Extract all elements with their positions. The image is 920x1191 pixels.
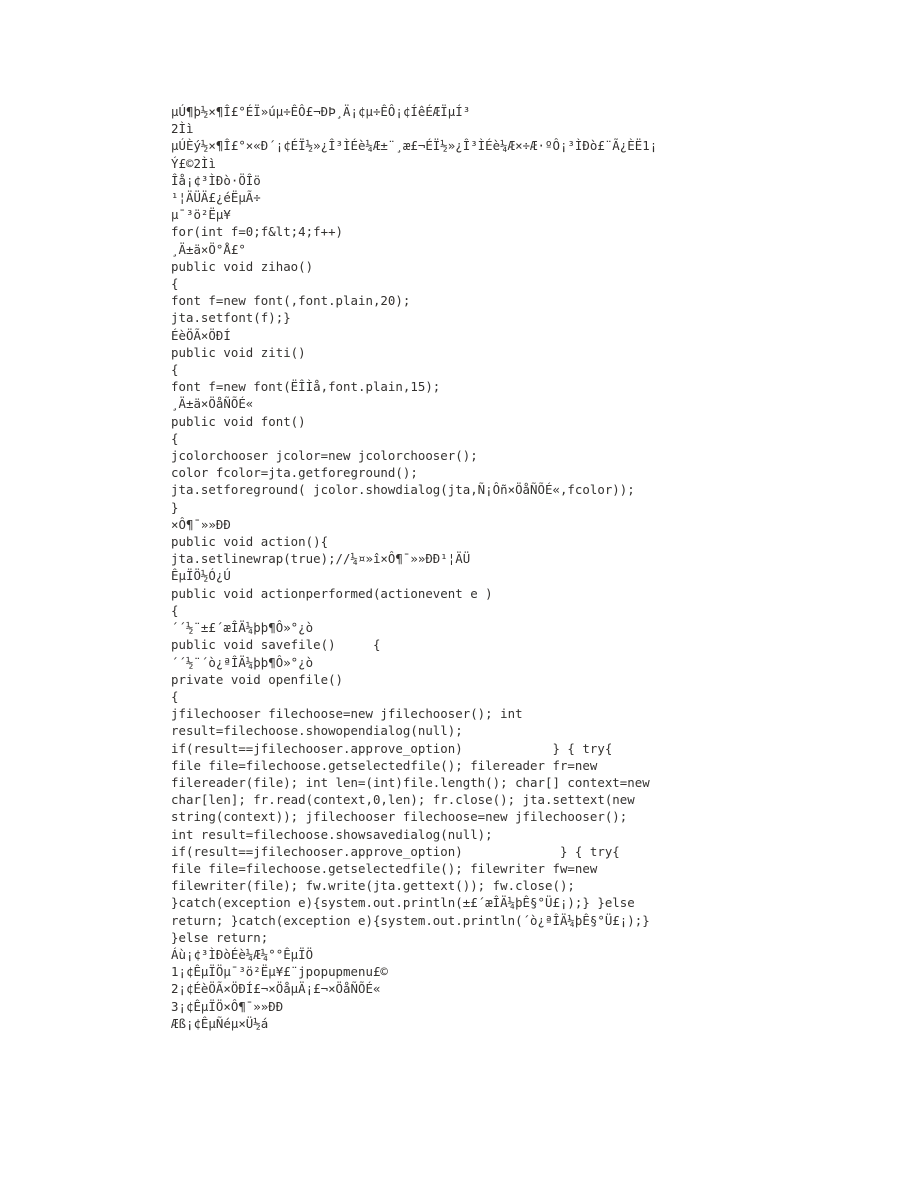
document-line: ¹¦ÄÜÄ£¿éËµÃ÷ — [171, 190, 261, 206]
document-line: jcolorchooser jcolor=new jcolorchooser()… — [171, 448, 478, 464]
document-line: { — [171, 430, 179, 446]
document-line: public void zihao() — [171, 258, 314, 274]
document-line: µÚ¶þ½×¶Î£°ÉÏ»úµ÷ÊÔ£¬ÐÞ¸Ä¡¢µ÷ÊÔ¡¢ÍêÉÆÏµÍ³ — [171, 104, 471, 119]
document-line: font f=new font(ËÎÌå,font.plain,15); — [171, 379, 441, 395]
document-line: 2¡¢ÉèÖÃ×ÖÐÍ£¬×ÖåµÄ¡£¬×ÖåÑÕÉ« — [171, 981, 381, 997]
document-line: Ý£©2Ìì — [171, 155, 216, 171]
document-line: }catch(exception e){system.out.println(±… — [171, 895, 635, 911]
document-line: if(result==jfilechooser.approve_option) … — [171, 843, 620, 859]
document-line: 1¡¢ÊµÏÖµ¯³ö²Ëµ¥£¨jpopupmenu£© — [171, 964, 388, 980]
document-line: }else return; — [171, 929, 269, 945]
document-line: jta.setforeground( jcolor.showdialog(jta… — [171, 482, 635, 498]
document-line: public void ziti() — [171, 344, 306, 360]
document-page: µÚ¶þ½×¶Î£°ÉÏ»úµ÷ÊÔ£¬ÐÞ¸Ä¡¢µ÷ÊÔ¡¢ÍêÉÆÏµÍ³… — [0, 0, 920, 1191]
document-line: ¸Ä±ä×Ö°Å£° — [171, 241, 246, 257]
document-line: } — [171, 499, 179, 515]
document-line: 3¡¢ÊµÏÖ×Ô¶¯»»ÐÐ — [171, 998, 284, 1014]
document-line: public void action(){ — [171, 534, 329, 550]
document-line: jta.setlinewrap(true);//¼¤»î×Ô¶¯»»ÐÐ¹¦ÄÜ — [171, 551, 471, 567]
document-line: string(context)); jfilechooser filechoos… — [171, 809, 628, 825]
document-line: file file=filechoose.getselectedfile(); … — [171, 860, 598, 876]
document-line: file file=filechoose.getselectedfile(); … — [171, 757, 598, 773]
document-line: for(int f=0;f&lt;4;f++) — [171, 224, 344, 240]
document-line: ÉèÖÃ×ÖÐÍ — [171, 327, 231, 343]
document-line: µ¯³ö²Ëµ¥ — [171, 207, 231, 223]
document-line: result=filechoose.showopendialog(null); — [171, 723, 463, 739]
document-text-body: µÚ¶þ½×¶Î£°ÉÏ»úµ÷ÊÔ£¬ÐÞ¸Ä¡¢µ÷ÊÔ¡¢ÍêÉÆÏµÍ³… — [171, 103, 801, 1032]
document-line: Æß¡¢ÊµÑéµ×Ü½á — [171, 1015, 269, 1031]
document-line: filewriter(file); fw.write(jta.gettext()… — [171, 878, 575, 894]
document-line: public void font() — [171, 413, 306, 429]
document-line: public void savefile() { — [171, 637, 381, 653]
document-line: color fcolor=jta.getforeground(); — [171, 465, 418, 481]
document-line: ×Ô¶¯»»ÐÐ — [171, 516, 231, 532]
document-line: { — [171, 276, 179, 292]
document-line: { — [171, 362, 179, 378]
document-line: ÊµÏÖ½Ó¿Ú — [171, 568, 231, 584]
document-line: Îå¡¢³ÌÐò·ÖÎö — [171, 172, 261, 188]
document-line: { — [171, 688, 179, 704]
document-line: filereader(file); int len=(int)file.leng… — [171, 774, 650, 790]
document-line: { — [171, 602, 179, 618]
document-line: char[len]; fr.read(context,0,len); fr.cl… — [171, 792, 635, 808]
document-line: if(result==jfilechooser.approve_option) … — [171, 740, 613, 756]
document-line: ´´½¨±£´æÎÄ¼þþ¶Ô»°¿ò — [171, 620, 314, 636]
document-line: jfilechooser filechoose=new jfilechooser… — [171, 706, 523, 722]
document-line: 2Ìì — [171, 121, 194, 137]
document-line: public void actionperformed(actionevent … — [171, 585, 493, 601]
document-line: return; }catch(exception e){system.out.p… — [171, 912, 650, 928]
document-line: ´´½¨´ò¿ªÎÄ¼þþ¶Ô»°¿ò — [171, 654, 314, 670]
document-line: int result=filechoose.showsavedialog(nul… — [171, 826, 493, 842]
document-line: µÚÈý½×¶Î£°×«Ð´¡¢ÉÏ½»¿Î³ÌÉè¼Æ±¨¸æ£¬ÉÏ½»¿Î… — [171, 138, 658, 154]
document-line: font f=new font(,font.plain,20); — [171, 293, 411, 309]
document-line: Áù¡¢³ÌÐòÉè¼Æ¼°°ÊµÏÖ — [171, 946, 314, 962]
document-line: private void openfile() — [171, 671, 344, 687]
document-line: ¸Ä±ä×ÖåÑÕÉ« — [171, 396, 254, 412]
document-line: jta.setfont(f);} — [171, 310, 291, 326]
